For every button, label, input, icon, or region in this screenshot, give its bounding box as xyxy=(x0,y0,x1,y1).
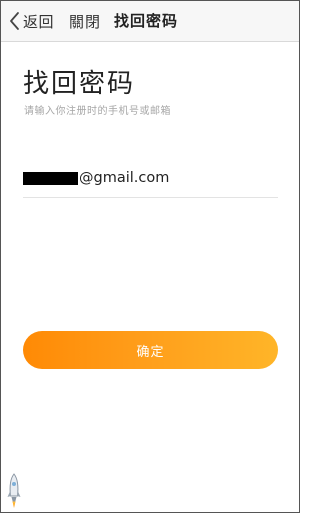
confirm-button[interactable]: 确定 xyxy=(23,331,278,369)
app-window: 返回 關閉 找回密码 找回密码 请输入你注册时的手机号或邮箱 @gmail.co… xyxy=(0,0,300,513)
rocket-icon[interactable] xyxy=(6,473,22,509)
back-button[interactable]: 返回 xyxy=(9,9,54,33)
back-label: 返回 xyxy=(23,12,55,31)
chevron-left-icon xyxy=(9,11,20,31)
confirm-label: 确定 xyxy=(136,344,165,360)
page-subtitle: 请输入你注册时的手机号或邮箱 xyxy=(24,106,171,117)
page-title: 找回密码 xyxy=(23,69,136,99)
redaction-bar xyxy=(23,171,78,185)
close-button[interactable]: 關閉 xyxy=(69,11,101,32)
email-field[interactable]: @gmail.com xyxy=(23,159,278,198)
navigation-bar: 返回 關閉 找回密码 xyxy=(1,1,299,42)
navbar-title: 找回密码 xyxy=(114,12,179,30)
email-value: @gmail.com xyxy=(79,170,170,186)
